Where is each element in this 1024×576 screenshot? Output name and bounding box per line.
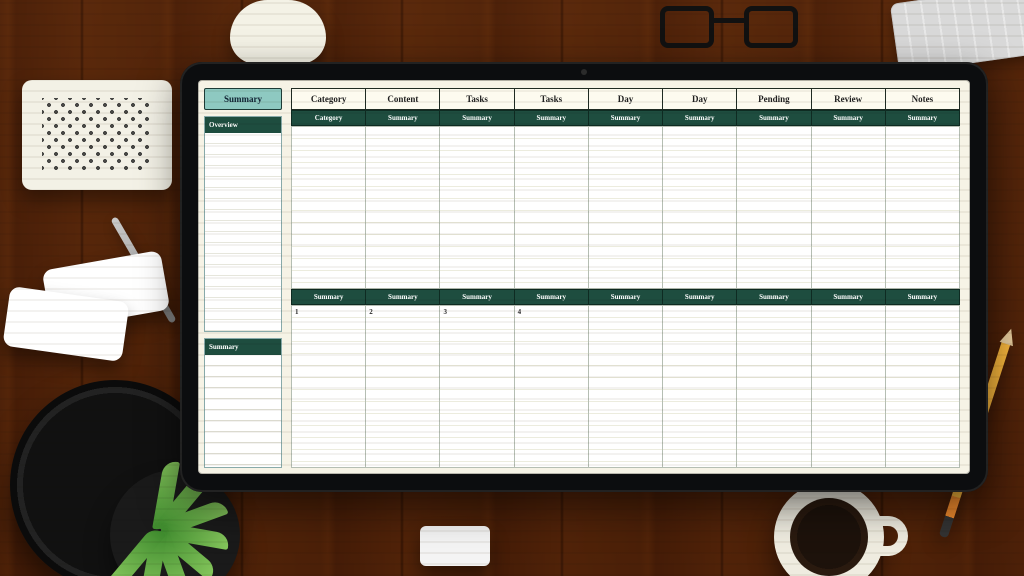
subheader-cell: Summary [365, 110, 440, 126]
header-cell[interactable]: Category [291, 88, 366, 110]
subheader-cell: Summary [514, 289, 589, 305]
planner-app: Summary Overview Summary Category Conten… [198, 80, 970, 474]
tablet-camera [581, 69, 587, 75]
day-cell[interactable] [885, 126, 960, 289]
subheader-cell: Summary [811, 110, 886, 126]
subheader-row-2: Summary Summary Summary Summary Summary … [292, 289, 960, 305]
subheader-cell: Summary [736, 289, 811, 305]
subheader-cell: Category [291, 110, 366, 126]
coffee-mug-prop [774, 482, 884, 576]
day-cell[interactable]: 1 [291, 305, 366, 468]
subheader-cell: Summary [736, 110, 811, 126]
week-row: 1 2 3 4 [292, 305, 960, 468]
day-number: 2 [369, 308, 373, 316]
mini-calendar-card [22, 80, 172, 190]
day-cell[interactable]: 4 [514, 305, 589, 468]
day-cell[interactable]: 2 [365, 305, 440, 468]
week-row [292, 126, 960, 289]
sidebar-lines-2[interactable] [205, 355, 281, 467]
day-cell[interactable] [811, 126, 886, 289]
sidebar-heading-2: Summary [205, 339, 281, 355]
pencil-prop [939, 336, 1012, 539]
mouse-prop [230, 0, 326, 64]
day-cell[interactable] [439, 126, 514, 289]
day-number: 4 [518, 308, 522, 316]
eraser-prop [420, 526, 490, 566]
sidebar-block-2: Summary [204, 338, 282, 468]
subheader-cell: Summary [588, 289, 663, 305]
subheader-cell: Summary [291, 289, 366, 305]
subheader-cell: Summary [811, 289, 886, 305]
day-cell[interactable] [736, 126, 811, 289]
sidebar-block-1: Overview [204, 116, 282, 332]
header-cell[interactable]: Content [365, 88, 440, 110]
day-cell[interactable]: 3 [439, 305, 514, 468]
keyboard-prop [890, 0, 1024, 73]
day-cell[interactable] [662, 305, 737, 468]
header-cell[interactable]: Day [588, 88, 663, 110]
header-cell[interactable]: Review [811, 88, 886, 110]
day-cell[interactable] [365, 126, 440, 289]
subheader-cell: Summary [662, 289, 737, 305]
subheader-row-1: Category Summary Summary Summary Summary… [292, 110, 960, 126]
subheader-cell: Summary [439, 289, 514, 305]
plant-prop [90, 430, 260, 576]
day-cell[interactable] [588, 305, 663, 468]
day-cell[interactable] [811, 305, 886, 468]
calendar-main: Category Content Tasks Tasks Day Day Pen… [288, 80, 970, 474]
header-cell[interactable]: Tasks [514, 88, 589, 110]
desk-scene: Summary Overview Summary Category Conten… [0, 0, 1024, 576]
header-cell[interactable]: Notes [885, 88, 960, 110]
watch-prop [10, 380, 220, 576]
sidebar: Summary Overview Summary [198, 80, 288, 474]
tablet-device: Summary Overview Summary Category Conten… [180, 62, 988, 492]
glasses-prop [654, 0, 804, 60]
day-cell[interactable] [736, 305, 811, 468]
day-cell[interactable] [291, 126, 366, 289]
day-cell[interactable] [885, 305, 960, 468]
day-cell[interactable] [514, 126, 589, 289]
sidebar-heading-1: Overview [205, 117, 281, 133]
header-cell[interactable]: Pending [736, 88, 811, 110]
subheader-cell: Summary [514, 110, 589, 126]
day-cell[interactable] [588, 126, 663, 289]
day-number: 1 [295, 308, 299, 316]
sidebar-lines-1[interactable] [205, 133, 281, 331]
subheader-cell: Summary [365, 289, 440, 305]
header-cell[interactable]: Day [662, 88, 737, 110]
header-cell[interactable]: Tasks [439, 88, 514, 110]
subheader-cell: Summary [885, 110, 960, 126]
subheader-cell: Summary [439, 110, 514, 126]
day-number: 3 [443, 308, 447, 316]
subheader-cell: Summary [885, 289, 960, 305]
card-stack-prop [6, 260, 176, 360]
header-row: Category Content Tasks Tasks Day Day Pen… [292, 88, 960, 110]
sidebar-tab[interactable]: Summary [204, 88, 282, 110]
day-cell[interactable] [662, 126, 737, 289]
pen-prop [110, 216, 176, 323]
calendar-grid: Summary Summary Summary Summary Summary … [292, 126, 960, 468]
subheader-cell: Summary [588, 110, 663, 126]
subheader-cell: Summary [662, 110, 737, 126]
